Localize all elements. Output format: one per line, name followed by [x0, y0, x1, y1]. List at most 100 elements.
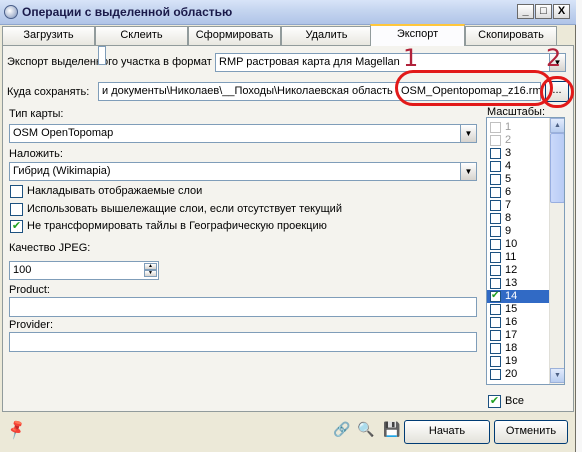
maximize-button[interactable]: □ — [535, 4, 552, 19]
dialog-window: Операции с выделенной областью _ □ X Заг… — [0, 0, 576, 452]
scale-item[interactable]: 11 — [487, 251, 551, 264]
scale-checkbox[interactable] — [490, 148, 501, 159]
overlay-layers-checkbox[interactable] — [10, 185, 23, 198]
no-transform-checkbox[interactable]: ✔ — [10, 220, 23, 233]
scale-item[interactable]: 17 — [487, 329, 551, 342]
minimize-button[interactable]: _ — [517, 4, 534, 19]
scale-checkbox[interactable] — [490, 343, 501, 354]
scale-checkbox[interactable] — [490, 304, 501, 315]
map-type-label: Тип карты: — [9, 108, 64, 120]
annotation-ellipse-browse — [540, 76, 574, 108]
scale-item[interactable]: 2 — [487, 134, 551, 147]
scale-label: 15 — [505, 303, 518, 315]
scale-checkbox[interactable] — [490, 369, 501, 380]
zoom-icon[interactable]: 🔍 — [357, 421, 374, 438]
pin-icon[interactable]: 📌 — [5, 418, 29, 441]
scale-item[interactable]: 20 — [487, 368, 551, 381]
tab-delete[interactable]: Удалить — [281, 26, 372, 45]
close-button[interactable]: X — [553, 4, 570, 19]
save-icon[interactable]: 💾 — [383, 421, 400, 438]
upper-layers-checkbox[interactable] — [10, 203, 23, 216]
scale-checkbox[interactable] — [490, 278, 501, 289]
jpeg-label: Качество JPEG: — [9, 242, 91, 254]
scale-item[interactable]: 16 — [487, 316, 551, 329]
spinner-arrows[interactable]: ▲ ▼ — [144, 263, 157, 278]
scales-list: 1234567891011121314151617181920 ▲ ▼ — [486, 117, 565, 385]
cancel-button[interactable]: Отменить — [494, 420, 568, 444]
tab-export[interactable]: Экспорт — [370, 24, 465, 46]
scale-checkbox[interactable] — [490, 122, 501, 133]
app-icon — [4, 5, 18, 19]
scale-label: 12 — [505, 264, 518, 276]
link-icon[interactable]: 🔗 — [333, 421, 350, 438]
tab-copy[interactable]: Скопировать — [465, 26, 557, 45]
scale-label: 11 — [505, 251, 517, 263]
scale-item[interactable]: 12 — [487, 264, 551, 277]
tab-merge[interactable]: Склеить — [95, 26, 188, 45]
scale-label: 6 — [505, 186, 512, 198]
map-type-value: OSM OpenTopomap — [13, 127, 114, 139]
chevron-down-icon[interactable]: ▼ — [460, 163, 476, 180]
bottom-bar: 📌 🔗 🔍 💾 Начать Отменить — [0, 412, 576, 452]
overlay-select[interactable]: Гибрид (Wikimapia) ▼ — [9, 162, 477, 181]
scale-checkbox[interactable] — [490, 290, 501, 302]
jpeg-quality-value: 100 — [13, 264, 32, 276]
scale-label: 20 — [505, 368, 518, 380]
overlay-label: Наложить: — [9, 148, 63, 160]
scale-item[interactable]: 9 — [487, 225, 551, 238]
scroll-down-icon[interactable]: ▼ — [550, 368, 564, 383]
provider-label: Provider: — [9, 319, 54, 331]
overlay-value: Гибрид (Wikimapia) — [13, 165, 111, 177]
scale-checkbox[interactable] — [490, 161, 501, 172]
scale-item[interactable]: 13 — [487, 277, 551, 290]
all-scales-label: Все — [505, 395, 524, 407]
scale-item[interactable]: 14 — [487, 290, 551, 303]
scale-checkbox[interactable] — [490, 226, 501, 237]
window-title: Операции с выделенной областью — [22, 5, 233, 19]
scale-item[interactable]: 1 — [487, 121, 551, 134]
tab-generate[interactable]: Сформировать — [188, 26, 281, 45]
format-value: RMP растровая карта для Magellan — [219, 56, 400, 68]
scales-scrollbar[interactable]: ▲ ▼ — [549, 118, 564, 384]
scale-checkbox[interactable] — [490, 252, 501, 263]
start-button[interactable]: Начать — [404, 420, 490, 444]
scale-checkbox[interactable] — [490, 317, 501, 328]
background-strip — [576, 0, 582, 452]
product-input[interactable] — [9, 297, 477, 317]
scale-checkbox[interactable] — [490, 356, 501, 367]
annotation-mark-1: 1 — [403, 44, 419, 72]
save-path-value: и документы\Николаев\__Походы\Николаевск… — [102, 85, 393, 97]
provider-input[interactable] — [9, 332, 477, 352]
scale-checkbox[interactable] — [490, 265, 501, 276]
jpeg-quality-spinner[interactable]: 100 ▲ ▼ — [9, 261, 159, 280]
scroll-thumb[interactable] — [550, 133, 564, 203]
scale-item[interactable]: 19 — [487, 355, 551, 368]
scroll-up-icon[interactable]: ▲ — [550, 118, 564, 133]
all-scales-checkbox[interactable]: ✔ — [488, 395, 501, 408]
tab-load[interactable]: Загрузить — [2, 26, 95, 45]
scale-label: 19 — [505, 355, 518, 367]
scale-label: 7 — [505, 199, 512, 211]
scale-checkbox[interactable] — [490, 135, 501, 146]
scale-label: 18 — [505, 342, 518, 354]
scale-item[interactable]: 3 — [487, 147, 551, 160]
scale-item[interactable]: 5 — [487, 173, 551, 186]
scale-item[interactable]: 15 — [487, 303, 551, 316]
scale-checkbox[interactable] — [490, 239, 501, 250]
scale-item[interactable]: 8 — [487, 212, 551, 225]
scale-item[interactable]: 6 — [487, 186, 551, 199]
map-type-select[interactable]: OSM OpenTopomap ▼ — [9, 124, 477, 143]
scale-item[interactable]: 10 — [487, 238, 551, 251]
scale-item[interactable]: 7 — [487, 199, 551, 212]
chevron-down-icon[interactable]: ▼ — [460, 125, 476, 142]
scale-checkbox[interactable] — [490, 174, 501, 185]
scale-checkbox[interactable] — [490, 187, 501, 198]
scale-label: 13 — [505, 277, 518, 289]
scale-item[interactable]: 4 — [487, 160, 551, 173]
scale-checkbox[interactable] — [490, 200, 501, 211]
scale-checkbox[interactable] — [490, 213, 501, 224]
tab-strip: Загрузить Склеить Сформировать Удалить Э… — [2, 24, 574, 46]
save-path-prefix — [98, 46, 106, 65]
scale-item[interactable]: 18 — [487, 342, 551, 355]
scale-checkbox[interactable] — [490, 330, 501, 341]
